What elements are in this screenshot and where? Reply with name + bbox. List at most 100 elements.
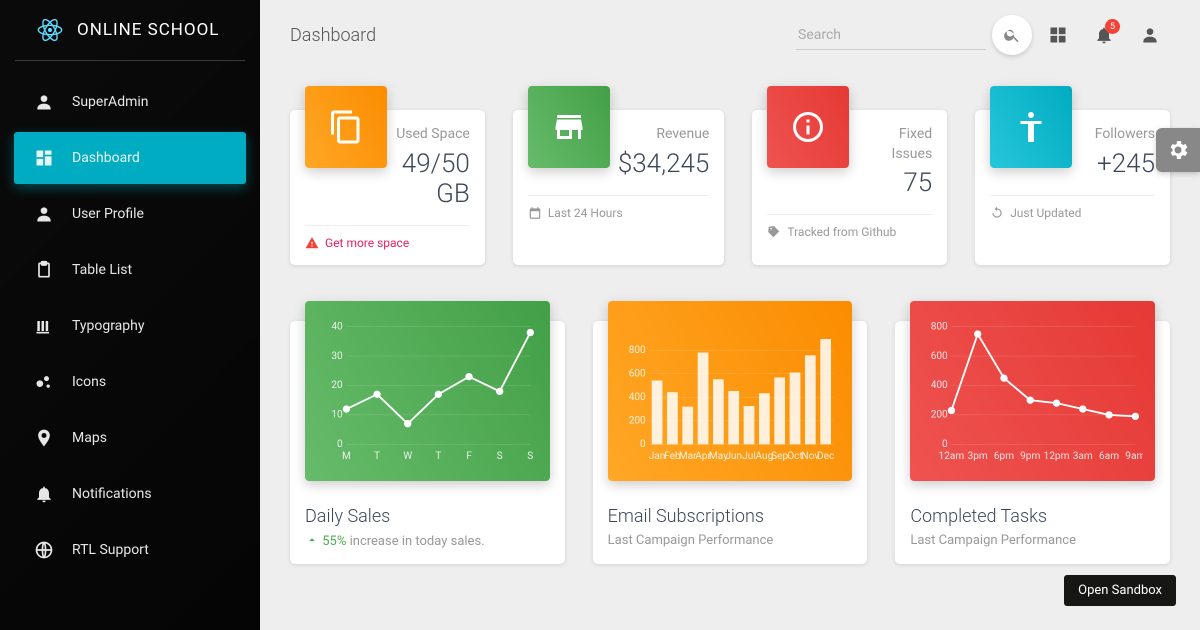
stat-card-fixed-issues: Fixed Issues 75 Tracked from Github [752, 110, 947, 265]
chart-card-completed-tasks: 020040060080012am3pm6pm9pm12pm3am6am9am … [895, 321, 1170, 564]
sidebar-item-label: Typography [72, 318, 144, 334]
svg-text:600: 600 [931, 350, 948, 361]
svg-text:F: F [466, 451, 472, 462]
sidebar-item-label: SuperAdmin [72, 94, 149, 110]
sidebar-header: ONLINE SCHOOL [15, 15, 245, 61]
stat-card-revenue: Revenue $34,245 Last 24 Hours [513, 110, 725, 265]
svg-text:T: T [435, 451, 441, 462]
apps-icon [1048, 25, 1068, 45]
sidebar-item-label: Dashboard [72, 150, 140, 166]
chart-subtitle: Last Campaign Performance [608, 533, 853, 548]
svg-text:3pm: 3pm [968, 451, 988, 462]
info-icon [767, 86, 849, 168]
tag-icon [767, 225, 781, 239]
sidebar-item-label: Maps [72, 430, 107, 446]
person-icon [32, 90, 56, 114]
charts-row: 010203040MTWTFSS Daily Sales 55% increas… [290, 321, 1170, 564]
sidebar-item-label: Table List [72, 262, 132, 278]
open-sandbox-button[interactable]: Open Sandbox [1064, 575, 1176, 606]
svg-text:6pm: 6pm [994, 451, 1014, 462]
arrow-up-icon [305, 533, 319, 547]
topbar: Dashboard 5 [290, 0, 1170, 70]
svg-text:600: 600 [628, 368, 645, 379]
sidebar-item-maps[interactable]: Maps [14, 412, 246, 464]
svg-text:S: S [497, 451, 503, 462]
svg-text:0: 0 [337, 439, 343, 450]
stat-footer: Tracked from Github [767, 214, 932, 239]
accessibility-icon [990, 86, 1072, 168]
chart-title: Daily Sales [305, 506, 550, 527]
sidebar-item-dashboard[interactable]: Dashboard [14, 132, 246, 184]
person-icon [32, 202, 56, 226]
search-input[interactable] [796, 21, 986, 50]
stat-value: 75 [857, 168, 932, 198]
logo-icon [35, 15, 65, 45]
clipboard-icon [32, 258, 56, 282]
stat-card-followers: Followers +245 Just Updated [975, 110, 1170, 265]
update-icon [990, 206, 1004, 220]
svg-text:M: M [342, 451, 351, 462]
sidebar-item-label: RTL Support [72, 542, 149, 558]
svg-text:W: W [403, 451, 412, 462]
svg-text:0: 0 [942, 439, 948, 450]
account-button[interactable] [1130, 15, 1170, 55]
sidebar-item-table-list[interactable]: Table List [14, 244, 246, 296]
svg-text:400: 400 [931, 380, 948, 391]
sidebar-item-label: User Profile [72, 206, 144, 222]
svg-text:400: 400 [628, 392, 645, 403]
svg-text:800: 800 [931, 321, 948, 332]
language-icon [32, 538, 56, 562]
chart-email-subscriptions: 0200400600800JanFebMarAprMayJunJulAugSep… [608, 301, 853, 481]
main-content: Dashboard 5 Used Space 49/50 GB [260, 0, 1200, 630]
location-icon [32, 426, 56, 450]
stat-label: Revenue [618, 125, 710, 145]
svg-text:9pm: 9pm [1020, 451, 1040, 462]
get-more-space-link[interactable]: Get more space [325, 236, 409, 250]
sidebar-item-user-profile[interactable]: User Profile [14, 188, 246, 240]
svg-text:0: 0 [640, 439, 646, 450]
sidebar: ONLINE SCHOOL SuperAdmin Dashboard User … [0, 0, 260, 630]
calendar-icon [528, 206, 542, 220]
apps-button[interactable] [1038, 15, 1078, 55]
svg-text:Jan: Jan [648, 451, 665, 462]
stat-footer: Just Updated [990, 195, 1155, 220]
chart-subtitle: 55% increase in today sales. [305, 533, 550, 549]
sidebar-item-rtl-support[interactable]: RTL Support [14, 524, 246, 576]
sidebar-item-label: Notifications [72, 486, 152, 502]
stat-card-used-space: Used Space 49/50 GB Get more space [290, 110, 485, 265]
notification-badge: 5 [1105, 19, 1120, 34]
chart-title: Completed Tasks [910, 506, 1155, 527]
settings-fab[interactable] [1156, 128, 1200, 172]
sidebar-item-notifications[interactable]: Notifications [14, 468, 246, 520]
notifications-button[interactable]: 5 [1084, 15, 1124, 55]
dashboard-icon [32, 146, 56, 170]
warning-icon [305, 236, 319, 250]
stat-value: 49/50 GB [395, 149, 470, 209]
copy-icon [305, 86, 387, 168]
search-icon [1003, 26, 1021, 44]
svg-text:800: 800 [628, 345, 645, 356]
stat-value: +245 [1080, 149, 1155, 179]
chart-daily-sales: 010203040MTWTFSS [305, 301, 550, 481]
store-icon [528, 86, 610, 168]
svg-text:40: 40 [331, 321, 343, 332]
svg-text:9am: 9am [1126, 451, 1143, 462]
svg-text:3am: 3am [1073, 451, 1093, 462]
stat-footer-text: Just Updated [1010, 206, 1081, 220]
stat-label: Followers [1080, 125, 1155, 145]
svg-text:Jul: Jul [742, 451, 756, 462]
svg-text:30: 30 [331, 350, 343, 361]
svg-text:200: 200 [628, 415, 645, 426]
sidebar-item-typography[interactable]: Typography [14, 300, 246, 352]
svg-text:6am: 6am [1099, 451, 1119, 462]
sidebar-item-superadmin[interactable]: SuperAdmin [14, 76, 246, 128]
sidebar-item-icons[interactable]: Icons [14, 356, 246, 408]
stat-label: Used Space [395, 125, 470, 145]
stat-label: Fixed Issues [857, 125, 932, 164]
search-button[interactable] [992, 15, 1032, 55]
svg-text:T: T [374, 451, 380, 462]
chart-card-daily-sales: 010203040MTWTFSS Daily Sales 55% increas… [290, 321, 565, 564]
svg-text:10: 10 [331, 409, 343, 420]
chart-completed-tasks: 020040060080012am3pm6pm9pm12pm3am6am9am [910, 301, 1155, 481]
svg-text:Jun: Jun [725, 451, 742, 462]
